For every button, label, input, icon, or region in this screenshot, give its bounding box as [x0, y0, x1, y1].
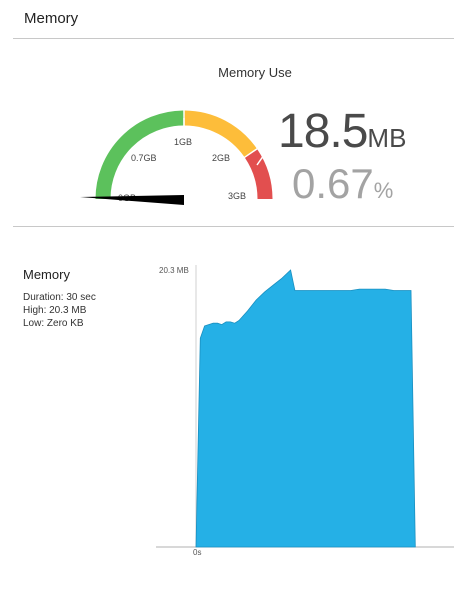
y-max-label: 20.3 MB — [159, 266, 189, 275]
memory-history-chart: 20.3 MB 0s — [156, 265, 454, 557]
x-start-label: 0s — [193, 548, 201, 557]
memory-area-series — [195, 269, 416, 548]
